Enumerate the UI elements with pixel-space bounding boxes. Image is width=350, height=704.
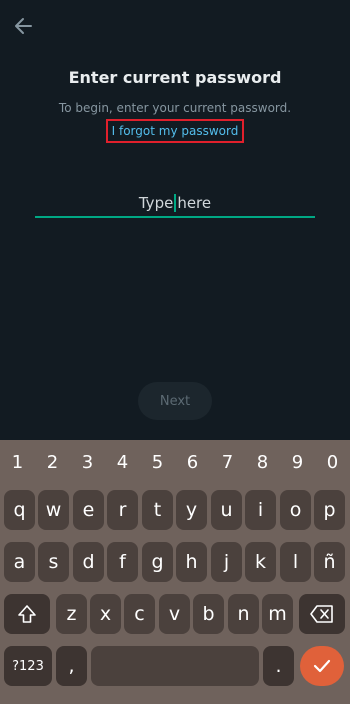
period-key[interactable]: . [263, 646, 294, 686]
enter-key[interactable] [300, 646, 344, 686]
key-8[interactable]: 8 [245, 440, 280, 484]
key-y[interactable]: y [176, 490, 207, 530]
key-5[interactable]: 5 [140, 440, 175, 484]
key-d[interactable]: d [73, 542, 104, 582]
key-q[interactable]: q [4, 490, 35, 530]
key-p[interactable]: p [314, 490, 345, 530]
key-l[interactable]: l [280, 542, 311, 582]
input-text-before-caret: Type [138, 194, 174, 212]
input-text-after-caret: here [177, 194, 212, 212]
page-subtitle: To begin, enter your current password. [58, 101, 292, 115]
key-c[interactable]: c [124, 594, 155, 634]
key-s[interactable]: s [38, 542, 69, 582]
password-screen: Enter current password To begin, enter y… [0, 0, 350, 440]
page-title: Enter current password [68, 68, 282, 87]
key-4[interactable]: 4 [105, 440, 140, 484]
next-button[interactable]: Next [138, 382, 212, 420]
key-u[interactable]: u [211, 490, 242, 530]
key-9[interactable]: 9 [280, 440, 315, 484]
password-input[interactable]: Type here [35, 190, 315, 218]
text-caret [174, 194, 177, 212]
backspace-icon [310, 605, 333, 623]
key-3[interactable]: 3 [70, 440, 105, 484]
key-r[interactable]: r [107, 490, 138, 530]
key-v[interactable]: v [159, 594, 190, 634]
back-button[interactable] [10, 12, 38, 40]
keyboard: 1 2 3 4 5 6 7 8 9 0 q w e r t y u i o p … [0, 440, 350, 704]
backspace-key[interactable] [299, 594, 345, 634]
password-input-text: Type here [139, 194, 211, 212]
key-a[interactable]: a [4, 542, 35, 582]
key-n-tilde[interactable]: ñ [314, 542, 345, 582]
key-f[interactable]: f [107, 542, 138, 582]
symbols-key[interactable]: ?123 [4, 646, 52, 686]
key-6[interactable]: 6 [175, 440, 210, 484]
key-j[interactable]: j [211, 542, 242, 582]
key-n[interactable]: n [228, 594, 259, 634]
key-t[interactable]: t [142, 490, 173, 530]
key-b[interactable]: b [193, 594, 224, 634]
key-k[interactable]: k [245, 542, 276, 582]
forgot-password-link[interactable]: I forgot my password [106, 119, 244, 143]
comma-key[interactable]: , [56, 646, 87, 686]
key-w[interactable]: w [38, 490, 69, 530]
space-key[interactable] [91, 646, 259, 686]
key-x[interactable]: x [90, 594, 121, 634]
key-0[interactable]: 0 [315, 440, 350, 484]
key-e[interactable]: e [73, 490, 104, 530]
back-arrow-icon [15, 18, 32, 34]
key-g[interactable]: g [142, 542, 173, 582]
key-i[interactable]: i [245, 490, 276, 530]
key-2[interactable]: 2 [35, 440, 70, 484]
number-row: 1 2 3 4 5 6 7 8 9 0 [0, 440, 350, 484]
key-o[interactable]: o [280, 490, 311, 530]
key-z[interactable]: z [56, 594, 87, 634]
checkmark-icon [313, 659, 331, 673]
key-h[interactable]: h [176, 542, 207, 582]
shift-icon [18, 605, 36, 623]
key-m[interactable]: m [262, 594, 293, 634]
shift-key[interactable] [4, 594, 50, 634]
key-7[interactable]: 7 [210, 440, 245, 484]
key-1[interactable]: 1 [0, 440, 35, 484]
